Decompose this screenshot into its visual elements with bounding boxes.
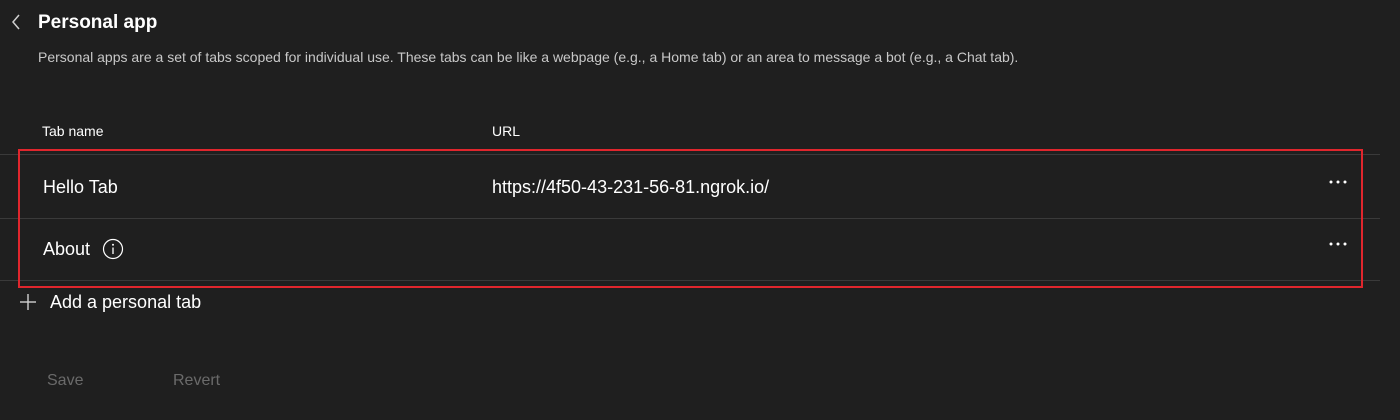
table-row[interactable]: About [0, 218, 1380, 281]
tab-name-cell: About [43, 238, 124, 260]
more-horizontal-icon [1329, 180, 1347, 184]
page-description: Personal apps are a set of tabs scoped f… [38, 49, 1019, 65]
plus-icon [18, 292, 38, 312]
revert-button[interactable]: Revert [173, 371, 220, 391]
add-personal-tab-label: Add a personal tab [50, 292, 202, 312]
add-personal-tab-button[interactable]: Add a personal tab [18, 290, 201, 314]
more-horizontal-icon [1329, 242, 1347, 246]
back-button[interactable] [6, 10, 26, 34]
column-header-url: URL [492, 123, 521, 139]
table-header: Tab name URL [0, 118, 1380, 155]
tab-name-cell: Hello Tab [43, 176, 118, 198]
tab-name-text: About [43, 239, 91, 259]
table-row[interactable]: Hello Tab https://4f50-43-231-56-81.ngro… [0, 156, 1380, 219]
more-options-button[interactable] [1326, 172, 1350, 192]
personal-app-page: Personal app Personal apps are a set of … [0, 0, 1400, 420]
tab-name-text: Hello Tab [43, 177, 118, 197]
chevron-left-icon [12, 14, 20, 30]
page-title: Personal app [38, 12, 158, 33]
more-options-button[interactable] [1326, 234, 1350, 254]
info-icon[interactable] [102, 238, 124, 260]
column-header-tab-name: Tab name [42, 123, 104, 139]
save-button[interactable]: Save [47, 371, 83, 391]
tab-url-cell: https://4f50-43-231-56-81.ngrok.io/ [492, 177, 770, 197]
